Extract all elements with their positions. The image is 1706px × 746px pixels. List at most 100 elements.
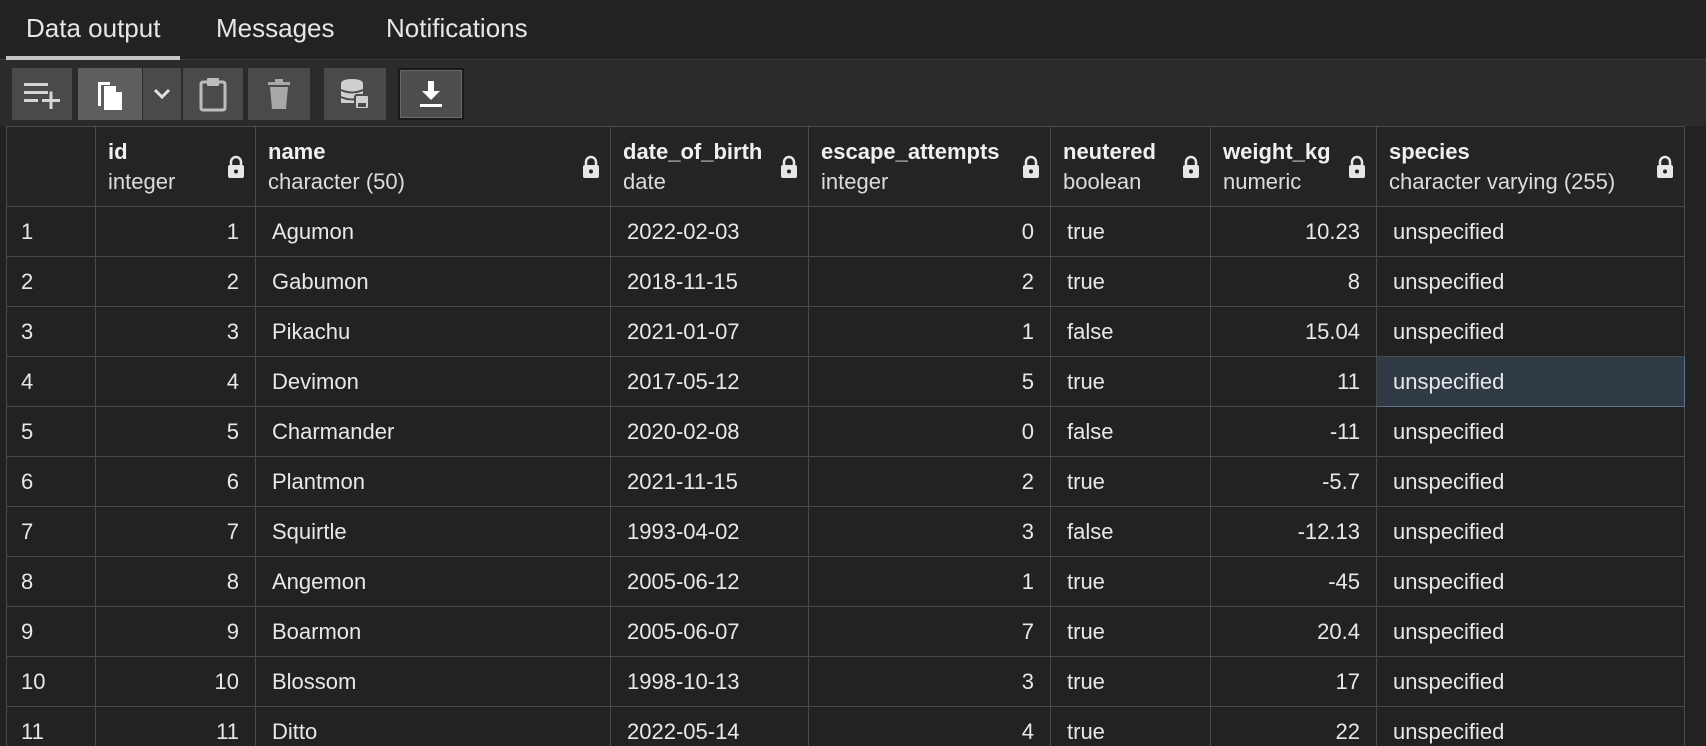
- cell-name[interactable]: Blossom: [255, 656, 611, 707]
- cell-id[interactable]: 11: [95, 706, 256, 746]
- cell-species[interactable]: unspecified: [1376, 706, 1685, 746]
- cell-date-of-birth[interactable]: 2022-05-14: [610, 706, 809, 746]
- table-row[interactable]: 7 7 Squirtle 1993-04-02 3 false -12.13 unspecif…: [6, 506, 1685, 557]
- cell-species[interactable]: unspecified: [1376, 306, 1685, 357]
- cell-name[interactable]: Charmander: [255, 406, 611, 457]
- cell-weight-kg[interactable]: -5.7: [1210, 456, 1377, 507]
- cell-weight-kg[interactable]: 17: [1210, 656, 1377, 707]
- cell-name[interactable]: Gabumon: [255, 256, 611, 307]
- copy-options-dropdown[interactable]: [143, 68, 181, 120]
- cell-date-of-birth[interactable]: 1998-10-13: [610, 656, 809, 707]
- cell-neutered[interactable]: true: [1050, 556, 1211, 607]
- table-row[interactable]: 10 10 Blossom 1998-10-13 3 true 17 unspecified: [6, 656, 1685, 707]
- cell-weight-kg[interactable]: -45: [1210, 556, 1377, 607]
- cell-escape-attempts[interactable]: 3: [808, 506, 1051, 557]
- cell-escape-attempts[interactable]: 0: [808, 406, 1051, 457]
- cell-id[interactable]: 5: [95, 406, 256, 457]
- cell-id[interactable]: 7: [95, 506, 256, 557]
- cell-id[interactable]: 8: [95, 556, 256, 607]
- tab-messages[interactable]: Messages: [196, 0, 355, 60]
- cell-escape-attempts[interactable]: 2: [808, 456, 1051, 507]
- column-header-escape-attempts[interactable]: escape_attempts integer: [808, 126, 1051, 207]
- cell-species[interactable]: unspecified: [1376, 256, 1685, 307]
- cell-weight-kg[interactable]: 10.23: [1210, 206, 1377, 257]
- delete-button[interactable]: [248, 68, 310, 120]
- row-number-cell[interactable]: 4: [6, 356, 96, 407]
- cell-name[interactable]: Squirtle: [255, 506, 611, 557]
- table-row[interactable]: 9 9 Boarmon 2005-06-07 7 true 20.4 unspecified: [6, 606, 1685, 657]
- paste-button[interactable]: [183, 68, 243, 120]
- save-data-button[interactable]: [324, 68, 386, 120]
- cell-escape-attempts[interactable]: 5: [808, 356, 1051, 407]
- column-header-date-of-birth[interactable]: date_of_birth date: [610, 126, 809, 207]
- table-row[interactable]: 11 11 Ditto 2022-05-14 4 true 22 unspecified: [6, 706, 1685, 746]
- column-header-weight-kg[interactable]: weight_kg numeric: [1210, 126, 1377, 207]
- cell-date-of-birth[interactable]: 2021-01-07: [610, 306, 809, 357]
- cell-species[interactable]: unspecified: [1376, 556, 1685, 607]
- copy-button[interactable]: [78, 68, 142, 120]
- cell-weight-kg[interactable]: 20.4: [1210, 606, 1377, 657]
- table-row[interactable]: 8 8 Angemon 2005-06-12 1 true -45 unspecified: [6, 556, 1685, 607]
- column-header-name[interactable]: name character (50): [255, 126, 611, 207]
- table-row[interactable]: 5 5 Charmander 2020-02-08 0 false -11 unspecifi…: [6, 406, 1685, 457]
- row-number-cell[interactable]: 10: [6, 656, 96, 707]
- table-row[interactable]: 3 3 Pikachu 2021-01-07 1 false 15.04 unspecifie…: [6, 306, 1685, 357]
- cell-name[interactable]: Boarmon: [255, 606, 611, 657]
- table-row[interactable]: 4 4 Devimon 2017-05-12 5 true 11 unspecified: [6, 356, 1685, 407]
- cell-escape-attempts[interactable]: 0: [808, 206, 1051, 257]
- cell-neutered[interactable]: false: [1050, 306, 1211, 357]
- table-row[interactable]: 6 6 Plantmon 2021-11-15 2 true -5.7 unspecified: [6, 456, 1685, 507]
- cell-id[interactable]: 10: [95, 656, 256, 707]
- cell-date-of-birth[interactable]: 2020-02-08: [610, 406, 809, 457]
- tab-notifications[interactable]: Notifications: [366, 0, 548, 60]
- cell-weight-kg[interactable]: -12.13: [1210, 506, 1377, 557]
- cell-weight-kg[interactable]: -11: [1210, 406, 1377, 457]
- cell-escape-attempts[interactable]: 1: [808, 306, 1051, 357]
- cell-neutered[interactable]: true: [1050, 606, 1211, 657]
- column-header-id[interactable]: id integer: [95, 126, 256, 207]
- cell-species[interactable]: unspecified: [1376, 656, 1685, 707]
- cell-species[interactable]: unspecified: [1376, 406, 1685, 457]
- row-number-cell[interactable]: 11: [6, 706, 96, 746]
- row-number-cell[interactable]: 9: [6, 606, 96, 657]
- cell-neutered[interactable]: true: [1050, 706, 1211, 746]
- cell-name[interactable]: Ditto: [255, 706, 611, 746]
- add-row-button[interactable]: [12, 68, 72, 120]
- cell-neutered[interactable]: true: [1050, 356, 1211, 407]
- column-header-species[interactable]: species character varying (255): [1376, 126, 1685, 207]
- cell-date-of-birth[interactable]: 2022-02-03: [610, 206, 809, 257]
- cell-escape-attempts[interactable]: 4: [808, 706, 1051, 746]
- table-row[interactable]: 2 2 Gabumon 2018-11-15 2 true 8 unspecified: [6, 256, 1685, 307]
- row-number-cell[interactable]: 1: [6, 206, 96, 257]
- cell-date-of-birth[interactable]: 2005-06-07: [610, 606, 809, 657]
- cell-weight-kg[interactable]: 22: [1210, 706, 1377, 746]
- cell-name[interactable]: Agumon: [255, 206, 611, 257]
- row-number-cell[interactable]: 3: [6, 306, 96, 357]
- row-number-cell[interactable]: 7: [6, 506, 96, 557]
- row-number-cell[interactable]: 2: [6, 256, 96, 307]
- cell-escape-attempts[interactable]: 3: [808, 656, 1051, 707]
- row-number-cell[interactable]: 8: [6, 556, 96, 607]
- cell-species[interactable]: unspecified: [1376, 456, 1685, 507]
- column-header-neutered[interactable]: neutered boolean: [1050, 126, 1211, 207]
- cell-species[interactable]: unspecified: [1376, 356, 1685, 407]
- cell-species[interactable]: unspecified: [1376, 206, 1685, 257]
- cell-neutered[interactable]: true: [1050, 256, 1211, 307]
- tab-data-output[interactable]: Data output: [6, 0, 181, 60]
- download-button[interactable]: [398, 68, 464, 120]
- cell-date-of-birth[interactable]: 2021-11-15: [610, 456, 809, 507]
- cell-weight-kg[interactable]: 11: [1210, 356, 1377, 407]
- cell-date-of-birth[interactable]: 2005-06-12: [610, 556, 809, 607]
- cell-escape-attempts[interactable]: 2: [808, 256, 1051, 307]
- cell-date-of-birth[interactable]: 1993-04-02: [610, 506, 809, 557]
- cell-neutered[interactable]: false: [1050, 406, 1211, 457]
- cell-id[interactable]: 1: [95, 206, 256, 257]
- table-row[interactable]: 1 1 Agumon 2022-02-03 0 true 10.23 unspecified: [6, 206, 1685, 257]
- row-number-header[interactable]: [6, 126, 96, 207]
- cell-neutered[interactable]: true: [1050, 456, 1211, 507]
- cell-name[interactable]: Devimon: [255, 356, 611, 407]
- row-number-cell[interactable]: 6: [6, 456, 96, 507]
- cell-id[interactable]: 3: [95, 306, 256, 357]
- row-number-cell[interactable]: 5: [6, 406, 96, 457]
- cell-name[interactable]: Plantmon: [255, 456, 611, 507]
